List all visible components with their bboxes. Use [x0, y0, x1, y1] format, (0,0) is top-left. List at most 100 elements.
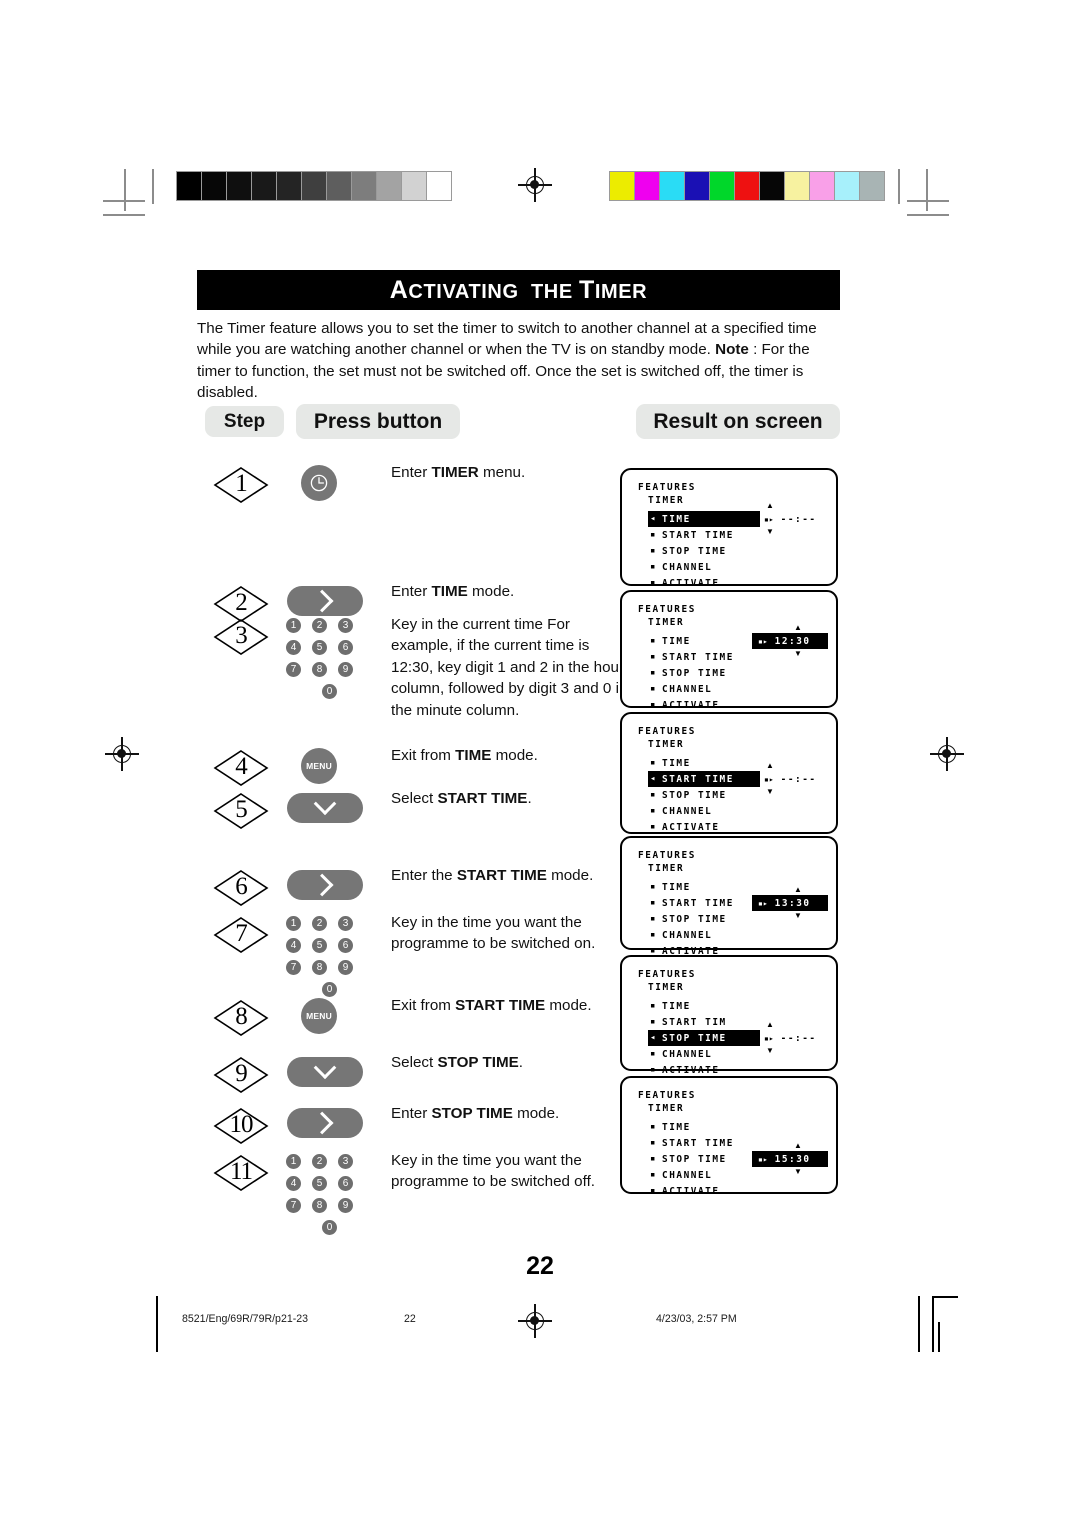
keypad-key-6[interactable]: 6	[337, 1175, 354, 1192]
keypad-key-4[interactable]: 4	[285, 1175, 302, 1192]
timer-clock-button[interactable]	[301, 465, 337, 501]
osd-menu-item[interactable]: ▪ TIME	[648, 633, 760, 649]
keypad-key-9[interactable]: 9	[337, 661, 354, 678]
chevron-right-icon	[310, 873, 334, 897]
osd-menu-item[interactable]: ▪ STOP TIME	[648, 911, 760, 927]
osd-menu-item[interactable]: ▪ START TIME	[648, 1135, 760, 1151]
cursor-down-button[interactable]	[287, 792, 363, 823]
osd-menu-item[interactable]: ▪ CHANNEL	[648, 1046, 760, 1062]
osd-menu-item[interactable]: ◂ STOP TIME	[648, 1030, 760, 1046]
osd-menu-item-label: START TIM	[662, 1016, 727, 1028]
step-number-badge: 9	[213, 1055, 269, 1095]
osd-menu-item[interactable]: ◂ START TIME	[648, 771, 760, 787]
keypad-key-3[interactable]: 3	[337, 1153, 354, 1170]
keypad-key-7[interactable]: 7	[285, 959, 302, 976]
keypad-key-5[interactable]: 5	[311, 639, 328, 656]
osd-menu-item[interactable]: ▪ CHANNEL	[648, 681, 760, 697]
osd-menu-item[interactable]: ▪ START TIME	[648, 649, 760, 665]
keypad-key-5[interactable]: 5	[311, 1175, 328, 1192]
step-description: Enter TIMER menu.	[391, 464, 526, 481]
cursor-down-button[interactable]	[287, 1056, 363, 1087]
keypad-key-8[interactable]: 8	[311, 1197, 328, 1214]
keypad-key-2[interactable]: 2	[311, 1153, 328, 1170]
numeric-keypad[interactable]: 123 456 789 0	[285, 617, 371, 705]
keypad-key-0[interactable]: 0	[321, 1219, 338, 1236]
osd-menu-item[interactable]: ▪ STOP TIME	[648, 665, 760, 681]
keypad-key-9[interactable]: 9	[337, 959, 354, 976]
keypad-key-4[interactable]: 4	[285, 639, 302, 656]
keypad-key-6[interactable]: 6	[337, 639, 354, 656]
menu-button[interactable]: MENU	[301, 748, 337, 784]
keypad-key-0[interactable]: 0	[321, 683, 338, 700]
osd-value-field[interactable]: ▪▸ 13:30	[752, 895, 828, 911]
menu-bullet-icon: ▪	[650, 790, 657, 800]
crop-mark-top-left-v2	[152, 169, 154, 204]
osd-menu-item[interactable]: ◂ TIME	[648, 511, 760, 527]
numeric-keypad[interactable]: 123 456 789 0	[285, 1153, 371, 1241]
osd-menu-item[interactable]: ▪ CHANNEL	[648, 559, 760, 575]
crop-mark-top-right-v2	[898, 169, 900, 204]
osd-menu-item[interactable]: ▪ ACTIVATE	[648, 819, 760, 835]
osd-menu-item[interactable]: ▪ CHANNEL	[648, 927, 760, 943]
cursor-right-button[interactable]	[287, 1108, 363, 1138]
keypad-key-7[interactable]: 7	[285, 1197, 302, 1214]
color-swatch	[785, 172, 809, 200]
keypad-key-3[interactable]: 3	[337, 617, 354, 634]
keypad-key-4[interactable]: 4	[285, 937, 302, 954]
keypad-key-2[interactable]: 2	[311, 617, 328, 634]
osd-menu-item[interactable]: ▪ TIME	[648, 755, 760, 771]
osd-menu-item[interactable]: ▪ ACTIVATE	[648, 1183, 760, 1199]
osd-menu-item[interactable]: ▪ START TIM	[648, 1014, 760, 1030]
osd-value-field[interactable]: ▪▸ --:--	[758, 771, 823, 787]
numeric-keypad[interactable]: 123 456 789 0	[285, 915, 371, 1003]
osd-menu-item[interactable]: ▪ TIME	[648, 1119, 760, 1135]
step-control: 123 456 789 0	[279, 617, 389, 700]
keypad-key-8[interactable]: 8	[311, 959, 328, 976]
keypad-key-6[interactable]: 6	[337, 937, 354, 954]
osd-menu-item[interactable]: ▪ CHANNEL	[648, 803, 760, 819]
keypad-key-1[interactable]: 1	[285, 915, 302, 932]
keypad-key-1[interactable]: 1	[285, 617, 302, 634]
osd-heading: FEATURES	[638, 482, 696, 493]
menu-bullet-icon: ▪	[650, 1065, 657, 1075]
chevron-down-icon	[313, 792, 337, 816]
osd-menu-item[interactable]: ▪ STOP TIME	[648, 787, 760, 803]
osd-menu-list: ▪ TIME ▪ START TIME ▪ STOP TIME ▪ CHANNEL ▪ ACTIV…	[648, 633, 760, 713]
menu-bullet-icon: ▪	[650, 530, 657, 540]
keypad-key-7[interactable]: 7	[285, 661, 302, 678]
grayscale-swatch	[252, 172, 276, 200]
crop-mark-top-right-v	[926, 169, 928, 211]
keypad-key-3[interactable]: 3	[337, 915, 354, 932]
osd-menu-item[interactable]: ▪ ACTIVATE	[648, 697, 760, 713]
keypad-key-9[interactable]: 9	[337, 1197, 354, 1214]
osd-menu-item[interactable]: ▪ TIME	[648, 879, 760, 895]
osd-menu-item[interactable]: ▪ ACTIVATE	[648, 575, 760, 591]
step-control: MENU	[279, 998, 389, 1044]
osd-menu-item[interactable]: ▪ TIME	[648, 998, 760, 1014]
menu-bullet-icon: ▪	[650, 882, 657, 892]
keypad-key-2[interactable]: 2	[311, 915, 328, 932]
osd-heading: FEATURES	[638, 1090, 696, 1101]
keypad-key-5[interactable]: 5	[311, 937, 328, 954]
menu-button[interactable]: MENU	[301, 998, 337, 1034]
osd-value-field[interactable]: ▪▸ 12:30	[752, 633, 828, 649]
step-control	[279, 465, 389, 511]
osd-value-field[interactable]: ▪▸ --:--	[758, 1030, 823, 1046]
keypad-key-8[interactable]: 8	[311, 661, 328, 678]
osd-menu-item[interactable]: ▪ STOP TIME	[648, 1151, 760, 1167]
keypad-key-0[interactable]: 0	[321, 981, 338, 998]
osd-menu-item[interactable]: ▪ CHANNEL	[648, 1167, 760, 1183]
grayscale-swatch	[352, 172, 376, 200]
cursor-right-button[interactable]	[287, 870, 363, 900]
cursor-right-button[interactable]	[287, 586, 363, 616]
osd-menu-item[interactable]: ▪ START TIME	[648, 527, 760, 543]
keypad-key-1[interactable]: 1	[285, 1153, 302, 1170]
column-header-step-label: Step	[223, 410, 266, 432]
osd-menu-item[interactable]: ▪ START TIME	[648, 895, 760, 911]
osd-menu-item[interactable]: ▪ STOP TIME	[648, 543, 760, 559]
osd-value-field[interactable]: ▪▸ --:--	[758, 511, 823, 527]
osd-screen: FEATURES TIMER ▪ TIME ▪ START TIME ▪ STOP TIME ▪…	[620, 590, 838, 711]
osd-value-field[interactable]: ▪▸ 15:30	[752, 1151, 828, 1167]
osd-menu-item-label: ACTIVATE	[662, 699, 720, 711]
value-adjust-icon: ▪▸	[764, 1033, 774, 1043]
